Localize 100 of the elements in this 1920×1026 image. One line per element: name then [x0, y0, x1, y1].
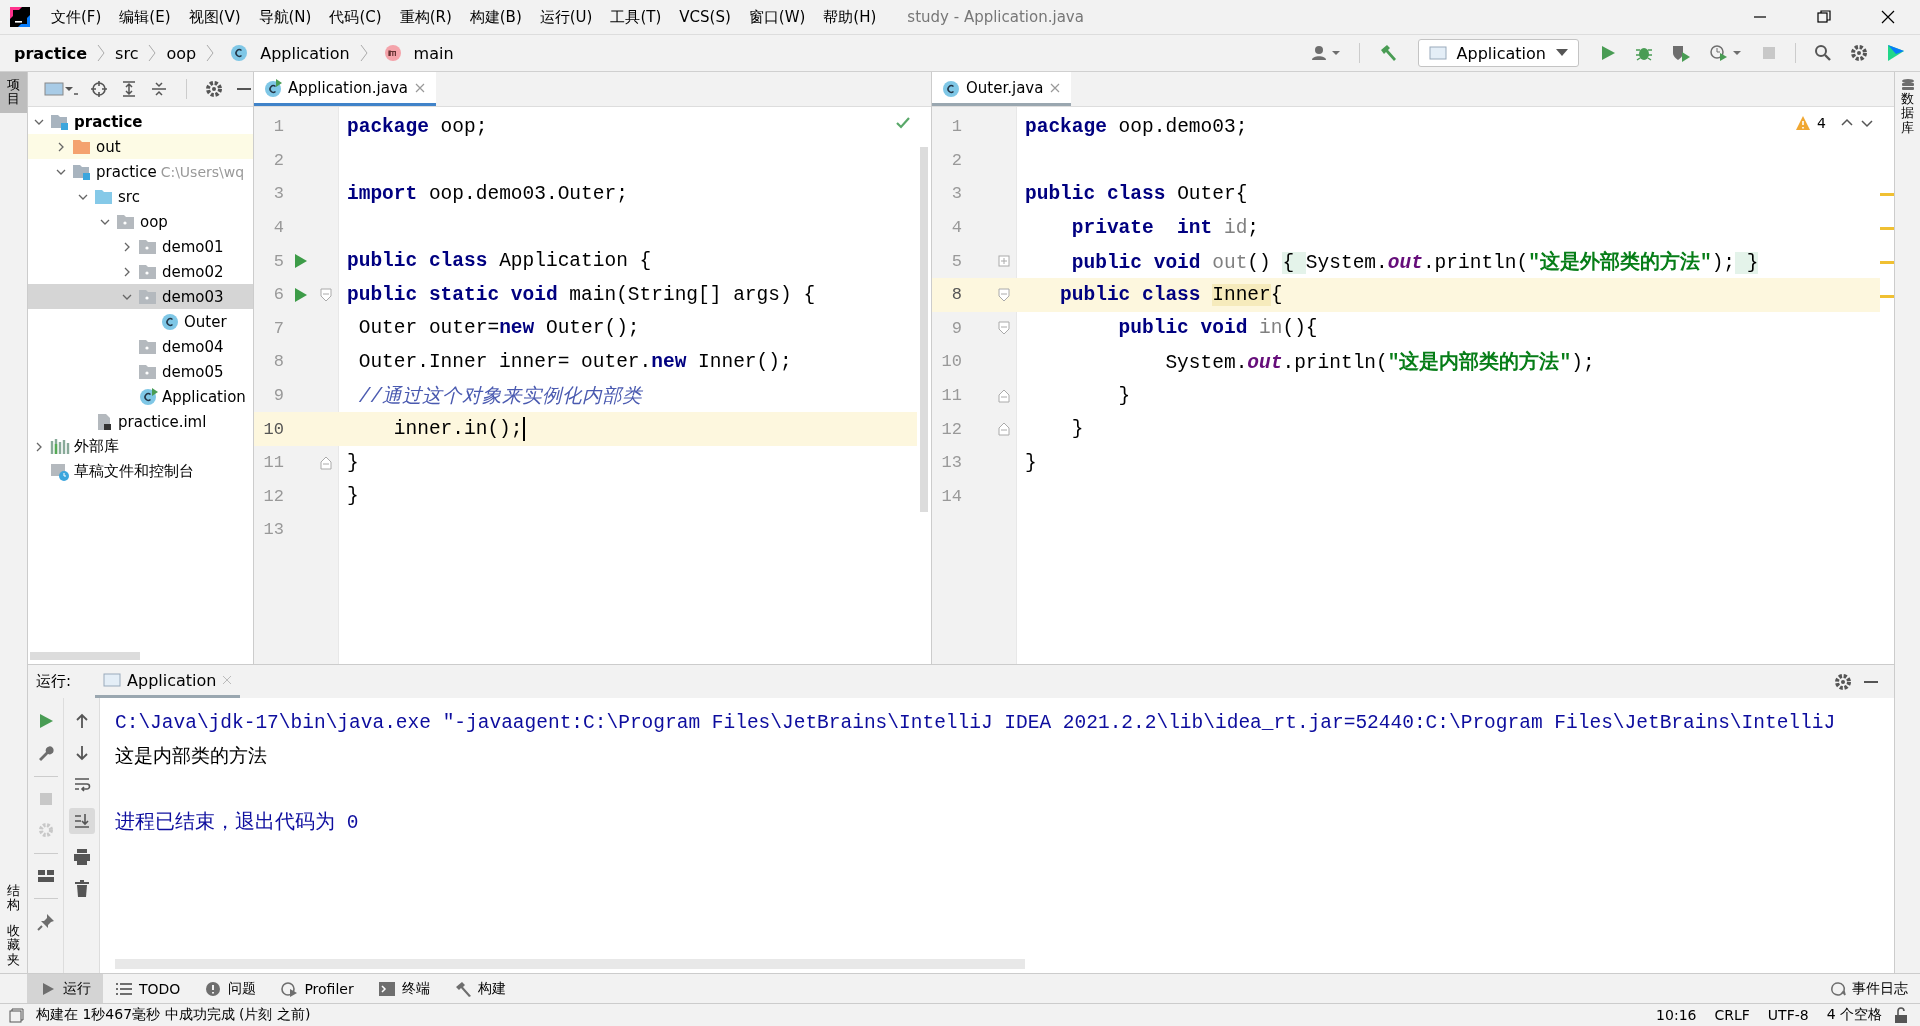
settings-icon[interactable] [1834, 672, 1852, 691]
tool-window-button[interactable]: Profiler [268, 974, 366, 1003]
status-item[interactable]: CRLF [1714, 1007, 1750, 1023]
run-icon[interactable] [294, 253, 308, 270]
menu-item[interactable]: 重构(R) [390, 7, 461, 27]
menu-item[interactable]: 代码(C) [320, 7, 391, 27]
menu-item[interactable]: 视图(V) [179, 7, 250, 27]
text-cursor [522, 417, 525, 442]
tree-item[interactable]: demo05 [28, 359, 253, 384]
restore-icon[interactable] [1816, 9, 1832, 25]
locate-icon[interactable] [90, 80, 108, 98]
plugin-logo-icon[interactable] [1886, 43, 1906, 63]
event-log-button[interactable]: 事件日志 [1818, 974, 1920, 1003]
trash-icon[interactable] [73, 880, 90, 898]
scrollbar[interactable] [920, 147, 928, 512]
tool-window-tab[interactable]: 项目 [0, 72, 27, 113]
fold-icon[interactable] [998, 388, 1010, 403]
line-number: 12 [940, 419, 962, 439]
fold-icon[interactable] [320, 455, 332, 470]
editor-tab[interactable]: Outer.java [932, 72, 1072, 106]
tool-window-tab[interactable]: 结构 [0, 877, 27, 919]
fold-icon[interactable] [998, 321, 1010, 336]
menu-item[interactable]: 窗口(W) [739, 7, 815, 27]
code-text: import oop.demo03.Outer; [347, 183, 628, 205]
clock-run-icon[interactable] [1709, 44, 1743, 62]
status-item[interactable]: 4 个空格 [1826, 1006, 1882, 1024]
fold-icon[interactable] [998, 422, 1010, 437]
menu-item[interactable]: VCS(S) [670, 8, 740, 26]
breadcrumb-item[interactable]: main [413, 43, 454, 63]
breadcrumb-item[interactable]: oop [166, 43, 197, 63]
menu-item[interactable]: 运行(U) [530, 7, 602, 27]
tool-window-button[interactable]: TODO [103, 974, 193, 1003]
pin-icon[interactable] [36, 913, 55, 931]
tab-label: Outer.java [966, 78, 1044, 97]
fold-icon[interactable] [998, 287, 1010, 302]
menu-item[interactable]: 文件(F) [42, 7, 111, 27]
breadcrumb-item[interactable]: Application [260, 43, 350, 63]
tool-window-tab[interactable]: 收藏夹 [0, 918, 27, 973]
settings-icon[interactable] [205, 80, 223, 98]
warning-marker[interactable] [1880, 295, 1894, 298]
search-icon[interactable] [1814, 44, 1832, 62]
tree-item[interactable]: Application [28, 384, 253, 409]
expand-all-icon[interactable] [120, 80, 138, 98]
check-icon[interactable] [895, 115, 911, 131]
tree-item[interactable]: Outer [28, 309, 253, 334]
scroll-to-end-toggle[interactable] [68, 808, 95, 834]
warning-marker[interactable] [1880, 193, 1894, 196]
settings-icon[interactable] [1850, 44, 1868, 62]
tree-item[interactable]: out [28, 134, 253, 159]
code-text: } [347, 451, 359, 474]
folder-icon [94, 187, 114, 206]
tool-window-button[interactable]: 运行 [27, 974, 103, 1003]
tree-item[interactable]: 外部库 [28, 434, 253, 459]
soft-wrap-icon[interactable] [72, 776, 91, 794]
menu-item[interactable]: 工具(T) [601, 7, 671, 27]
tool-window-tab[interactable]: 数据库 [1895, 72, 1920, 141]
status-item[interactable]: 10:16 [1656, 1007, 1697, 1023]
print-icon[interactable] [72, 848, 91, 866]
tree-item[interactable]: oop [28, 209, 253, 234]
tree-item[interactable]: demo02 [28, 259, 253, 284]
editor-tab[interactable]: Application.java [254, 72, 436, 106]
tree-item[interactable]: demo03 [28, 284, 253, 309]
user-icon[interactable] [1310, 44, 1341, 62]
tool-window-button[interactable]: 问题 [192, 974, 269, 1003]
tree-item[interactable]: demo01 [28, 234, 253, 259]
tool-window-button[interactable]: 终端 [365, 974, 442, 1003]
menu-item[interactable]: 构建(B) [460, 7, 531, 27]
status-message: 构建在 1秒467毫秒 中成功完成 (片刻 之前) [36, 1006, 311, 1024]
tool-window-button[interactable]: 构建 [441, 974, 518, 1003]
run-config-dropdown[interactable]: Application [1417, 39, 1579, 67]
warning-marker[interactable] [1880, 261, 1894, 264]
lock-icon[interactable] [1894, 1007, 1908, 1023]
tree-item[interactable]: src [28, 184, 253, 209]
code-text: } [1117, 384, 1131, 407]
menu-item[interactable]: 导航(N) [249, 7, 321, 27]
layout-icon[interactable] [36, 868, 55, 884]
tree-item[interactable]: practice [28, 109, 253, 134]
menu-item[interactable]: 编辑(E) [110, 7, 180, 27]
panel-toggle-icon[interactable] [8, 1007, 24, 1023]
breadcrumb-item[interactable]: src [115, 43, 139, 63]
shield-run-icon[interactable] [1671, 44, 1691, 62]
status-item[interactable]: UTF-8 [1767, 1007, 1809, 1023]
breadcrumb-item[interactable]: practice [14, 43, 88, 63]
menu-item[interactable]: 帮助(H) [814, 7, 886, 27]
run-tab[interactable]: Application [95, 665, 241, 698]
tree-item[interactable]: 草稿文件和控制台 [28, 459, 253, 484]
tree-item[interactable]: practice C:\Users\wq [28, 159, 253, 184]
warning-count[interactable]: 4 [1817, 115, 1826, 131]
scrollbar[interactable] [30, 652, 140, 660]
close-icon[interactable] [1880, 9, 1896, 25]
collapse-all-icon[interactable] [150, 80, 168, 98]
tree-item[interactable]: demo04 [28, 334, 253, 359]
fold-icon[interactable] [320, 287, 332, 302]
view-options-icon[interactable] [44, 80, 78, 98]
tree-item[interactable]: practice.iml [28, 409, 253, 434]
run-icon[interactable] [294, 286, 308, 303]
warning-marker[interactable] [1880, 227, 1894, 230]
line-number: 1 [272, 117, 284, 137]
run-icon[interactable] [1599, 44, 1617, 62]
chevron-icon [206, 44, 215, 62]
